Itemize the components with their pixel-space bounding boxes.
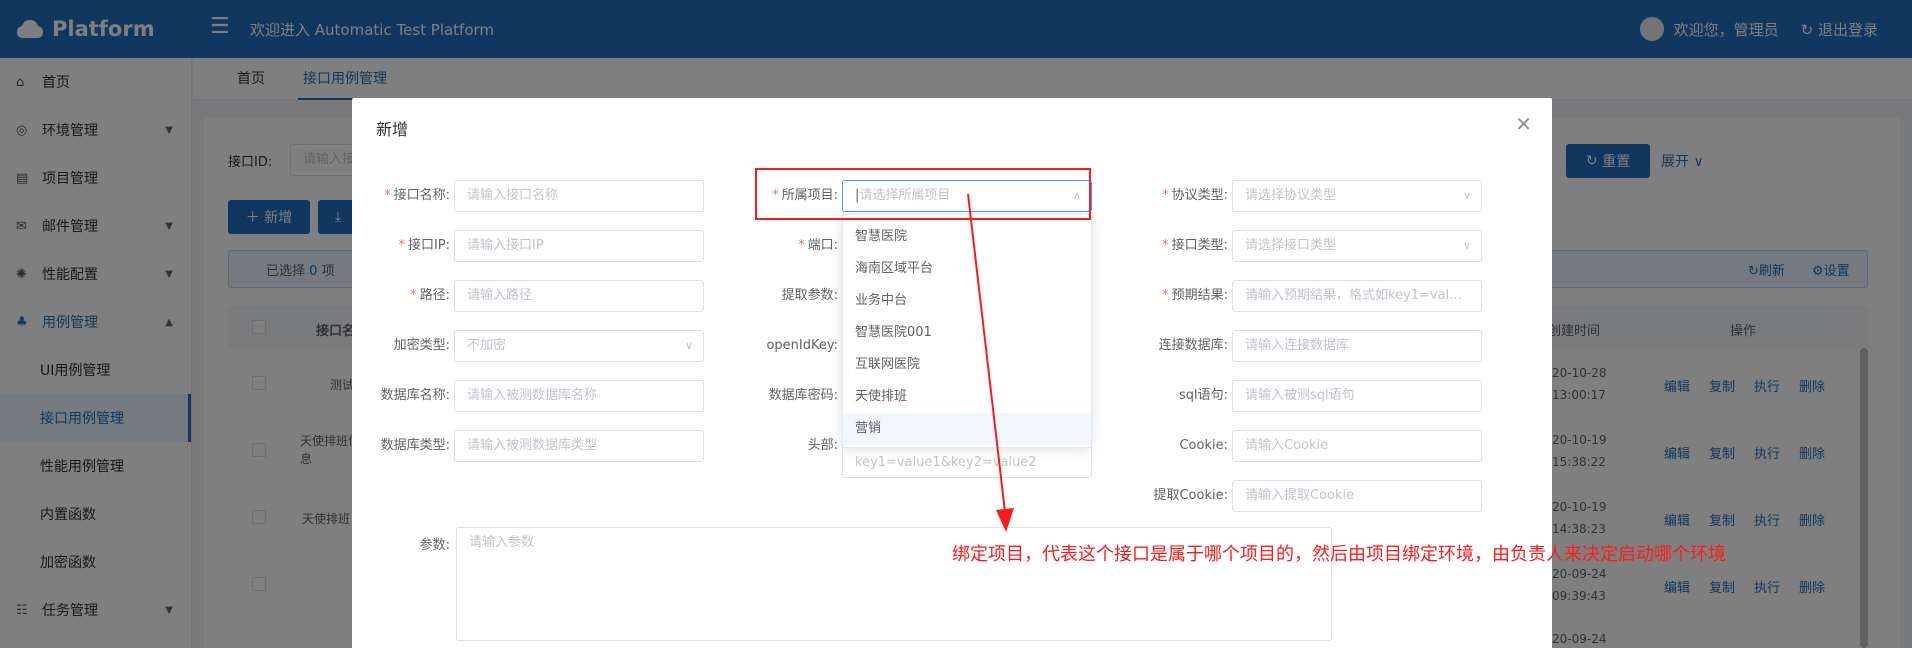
annotation-text: 绑定项目，代表这个接口是属于哪个项目的，然后由项目绑定环境，由负责人来决定启动哪…: [952, 544, 1726, 565]
